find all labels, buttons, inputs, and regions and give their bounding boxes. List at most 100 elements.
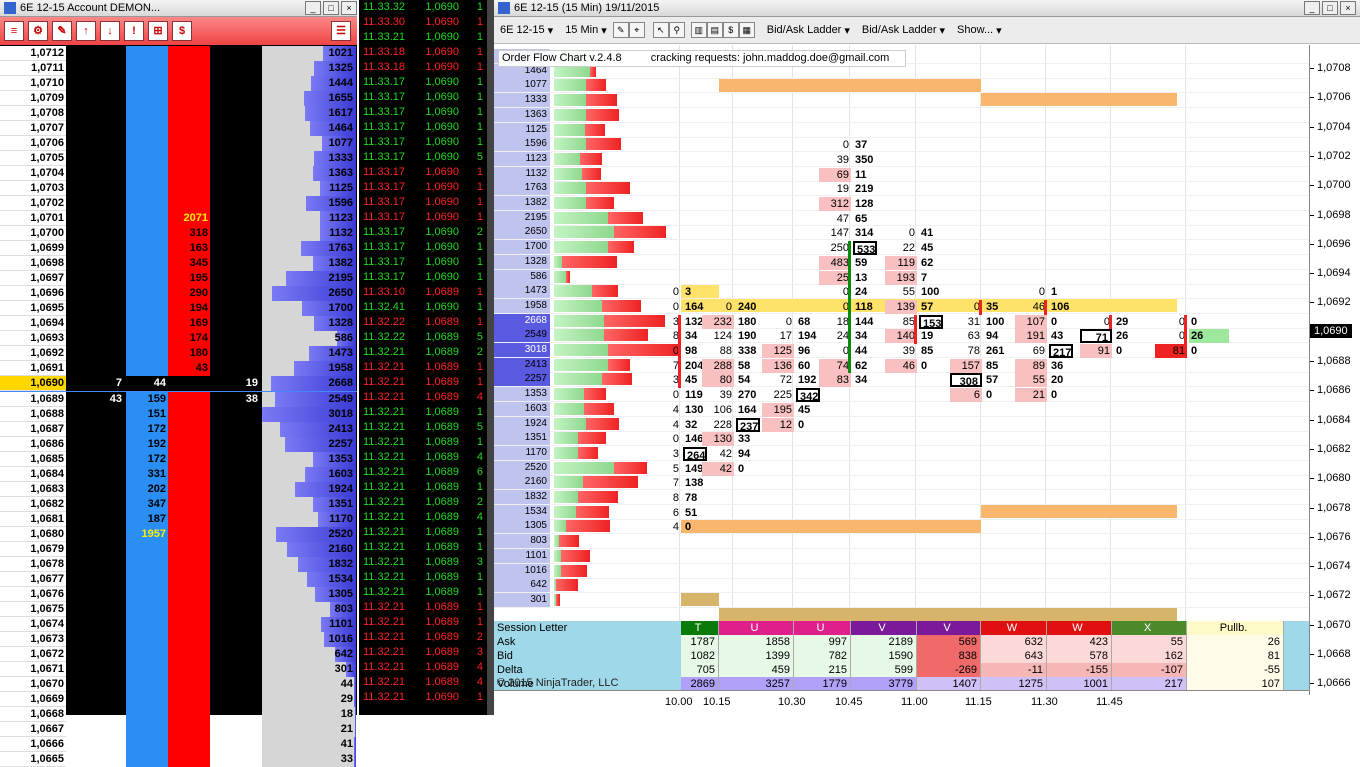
ask-size-cell[interactable]	[168, 151, 210, 166]
ask-order-cell[interactable]	[212, 722, 260, 737]
ask-size-cell[interactable]	[168, 376, 210, 391]
price-level-row[interactable]: 1,0691431958	[0, 361, 357, 376]
ask-order-cell[interactable]	[212, 316, 260, 331]
bid-order-cell[interactable]	[76, 226, 124, 241]
bid-order-cell[interactable]: 7	[76, 376, 124, 391]
bid-size-cell[interactable]	[126, 271, 168, 286]
bid-order-cell[interactable]	[76, 136, 124, 151]
price-level-row[interactable]: 1,0671301	[0, 662, 357, 677]
ask-order-cell[interactable]	[212, 286, 260, 301]
drawing-tools-icon[interactable]: ✎	[613, 22, 629, 38]
price-level-row[interactable]: 1,06792160	[0, 542, 357, 557]
ask-order-cell[interactable]	[212, 647, 260, 662]
bid-size-cell[interactable]	[126, 301, 168, 316]
bid-size-cell[interactable]: 331	[126, 467, 168, 482]
account-dollar-icon[interactable]: $	[172, 21, 192, 41]
bid-size-cell[interactable]	[126, 46, 168, 61]
price-level-row[interactable]: 1,06823471351	[0, 497, 357, 512]
ask-order-cell[interactable]	[212, 617, 260, 632]
bid-ask-ladder-button-2[interactable]: Bid/Ask Ladder▾	[856, 24, 951, 37]
ask-size-cell[interactable]	[168, 136, 210, 151]
bid-size-cell[interactable]	[126, 76, 168, 91]
ask-order-cell[interactable]	[212, 497, 260, 512]
price-level-row[interactable]: 1,07121021	[0, 46, 357, 61]
bid-size-cell[interactable]	[126, 587, 168, 602]
bid-size-cell[interactable]	[126, 647, 168, 662]
price-level-row[interactable]: 1,06771534	[0, 572, 357, 587]
ask-size-cell[interactable]	[168, 61, 210, 76]
ask-size-cell[interactable]	[168, 437, 210, 452]
bid-size-cell[interactable]: 192	[126, 437, 168, 452]
price-level-row[interactable]: 1,06811871170	[0, 512, 357, 527]
price-level-row[interactable]: 1,07041363	[0, 166, 357, 181]
ask-order-cell[interactable]	[212, 482, 260, 497]
ask-order-cell[interactable]	[212, 106, 260, 121]
bid-order-cell[interactable]	[76, 241, 124, 256]
price-level-row[interactable]: 1,07021596	[0, 196, 357, 211]
pin-icon[interactable]: ⌖	[629, 22, 645, 38]
bid-size-cell[interactable]	[126, 61, 168, 76]
pencil-icon[interactable]: ✎	[52, 21, 72, 41]
ask-order-cell[interactable]: 38	[212, 392, 260, 407]
ask-size-cell[interactable]	[168, 752, 210, 767]
bid-order-cell[interactable]	[76, 211, 124, 226]
sell-icon[interactable]: ↓	[100, 21, 120, 41]
price-level-row[interactable]: 1,06991631763	[0, 241, 357, 256]
ask-size-cell[interactable]	[168, 181, 210, 196]
bid-size-cell[interactable]	[126, 752, 168, 767]
bid-size-cell[interactable]	[126, 692, 168, 707]
bid-order-cell[interactable]	[76, 76, 124, 91]
ask-size-cell[interactable]	[168, 632, 210, 647]
bid-order-cell[interactable]: 43	[76, 392, 124, 407]
bid-order-cell[interactable]	[76, 331, 124, 346]
ask-order-cell[interactable]	[212, 662, 260, 677]
bid-size-cell[interactable]: 202	[126, 482, 168, 497]
ask-order-cell[interactable]	[212, 91, 260, 106]
bid-size-cell[interactable]: 187	[126, 512, 168, 527]
ask-size-cell[interactable]	[168, 542, 210, 557]
ask-order-cell[interactable]	[212, 46, 260, 61]
bid-order-cell[interactable]	[76, 542, 124, 557]
price-level-row[interactable]: 1,0690744192668	[0, 376, 357, 392]
window-divider[interactable]	[487, 0, 494, 715]
bid-size-cell[interactable]	[126, 677, 168, 692]
price-level-row[interactable]: 1,07071464	[0, 121, 357, 136]
price-level-row[interactable]: 1,06731016	[0, 632, 357, 647]
bid-order-cell[interactable]	[76, 196, 124, 211]
price-level-row[interactable]: 1,06781832	[0, 557, 357, 572]
bid-size-cell[interactable]	[126, 226, 168, 241]
properties-icon[interactable]: ▦	[739, 22, 755, 38]
bid-size-cell[interactable]	[126, 557, 168, 572]
price-level-row[interactable]: 1,06983451382	[0, 256, 357, 271]
ask-size-cell[interactable]	[168, 467, 210, 482]
price-level-row[interactable]: 1,06941691328	[0, 316, 357, 331]
ask-order-cell[interactable]	[212, 737, 260, 752]
ask-size-cell[interactable]: 43	[168, 361, 210, 376]
ask-size-cell[interactable]	[168, 121, 210, 136]
buy-icon[interactable]: ↑	[76, 21, 96, 41]
price-level-row[interactable]: 1,06951941700	[0, 301, 357, 316]
bid-order-cell[interactable]	[76, 301, 124, 316]
notes-icon[interactable]: ☰	[331, 21, 351, 41]
ask-order-cell[interactable]	[212, 301, 260, 316]
ask-order-cell[interactable]	[212, 407, 260, 422]
ask-order-cell[interactable]	[212, 196, 260, 211]
bid-order-cell[interactable]	[76, 181, 124, 196]
bid-order-cell[interactable]	[76, 482, 124, 497]
ask-order-cell[interactable]	[212, 587, 260, 602]
bid-order-cell[interactable]	[76, 602, 124, 617]
bid-order-cell[interactable]	[76, 91, 124, 106]
bid-size-cell[interactable]: 44	[126, 376, 168, 391]
price-level-row[interactable]: 1,066533	[0, 752, 357, 767]
bid-order-cell[interactable]	[76, 527, 124, 542]
ask-size-cell[interactable]	[168, 482, 210, 497]
price-level-row[interactable]: 1,070120711123	[0, 211, 357, 226]
ask-order-cell[interactable]	[212, 256, 260, 271]
bid-order-cell[interactable]	[76, 512, 124, 527]
bid-size-cell[interactable]	[126, 617, 168, 632]
ask-size-cell[interactable]: 195	[168, 271, 210, 286]
interval-select[interactable]: 15 Min▾	[559, 24, 613, 37]
bid-size-cell[interactable]	[126, 106, 168, 121]
ask-size-cell[interactable]	[168, 647, 210, 662]
ask-order-cell[interactable]	[212, 331, 260, 346]
